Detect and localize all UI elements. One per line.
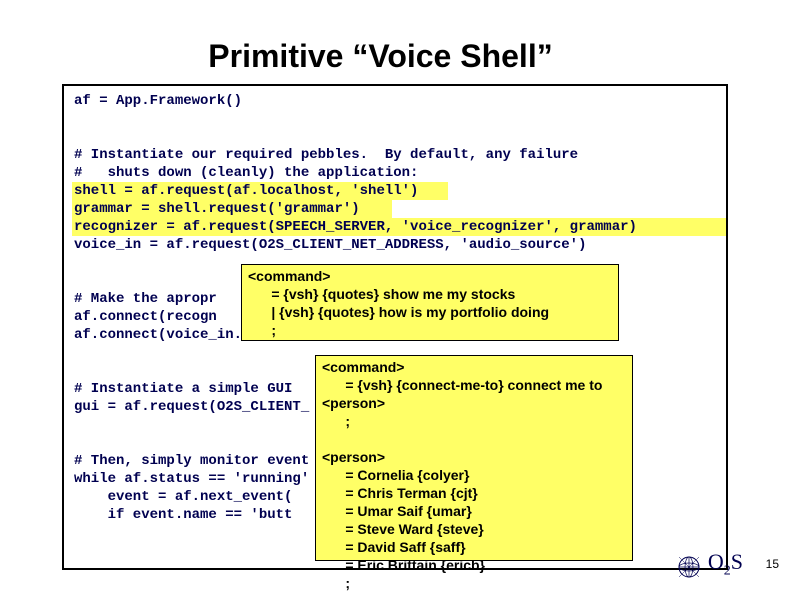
footer-logo: O2S xyxy=(708,549,743,579)
code-frame: af = App.Framework() # Instantiate our r… xyxy=(62,84,728,570)
footer-logo-S: S xyxy=(731,549,743,574)
footer-logo-sub: 2 xyxy=(724,563,731,578)
grammar-overlay-2: <command> = {vsh} {connect-me-to} connec… xyxy=(315,355,633,561)
page-number: 15 xyxy=(766,557,779,571)
slide: Primitive “Voice Shell” af = App.Framewo… xyxy=(0,0,791,593)
globe-icon xyxy=(677,555,701,579)
footer-logo-O: O xyxy=(708,549,724,574)
grammar-overlay-1: <command> = {vsh} {quotes} show me my st… xyxy=(241,264,619,341)
slide-title: Primitive “Voice Shell” xyxy=(0,38,761,75)
